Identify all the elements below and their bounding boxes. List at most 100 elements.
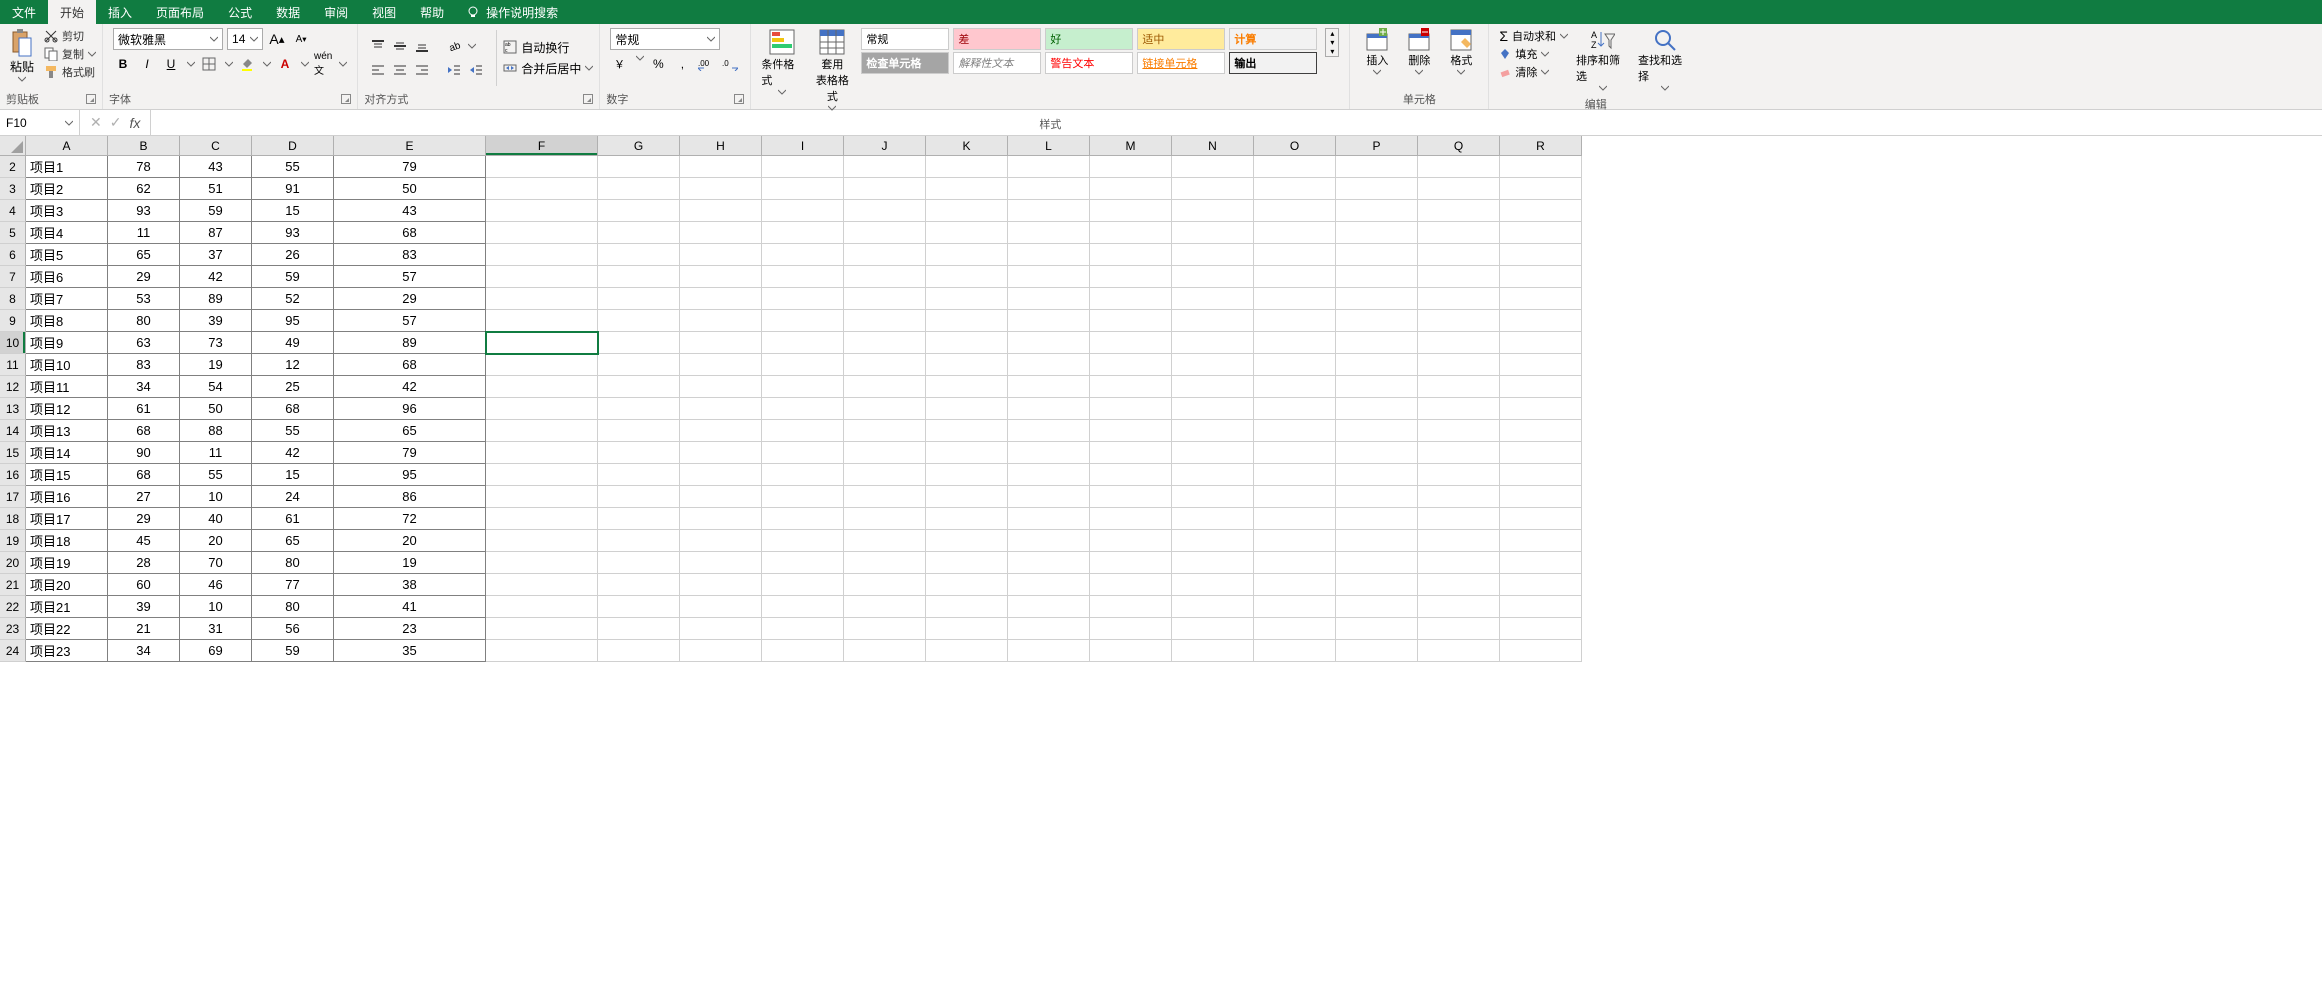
cell-K3[interactable] [926,178,1008,200]
cell-A4[interactable]: 项目3 [25,199,108,222]
cell-C2[interactable]: 43 [179,155,252,178]
cell-I18[interactable] [762,508,844,530]
cell-D17[interactable]: 24 [251,485,334,508]
cell-A14[interactable]: 项目13 [25,419,108,442]
cell-G7[interactable] [598,266,680,288]
cell-F2[interactable] [486,156,598,178]
cell-A19[interactable]: 项目18 [25,529,108,552]
cell-M15[interactable] [1090,442,1172,464]
cell-L3[interactable] [1008,178,1090,200]
cell-L7[interactable] [1008,266,1090,288]
decrease-decimal-button[interactable]: .0 [720,54,740,74]
cell-J20[interactable] [844,552,926,574]
cell-R13[interactable] [1500,398,1582,420]
cell-K21[interactable] [926,574,1008,596]
row-header-9[interactable]: 9 [0,310,26,332]
row-header-24[interactable]: 24 [0,640,26,662]
style-cell-7[interactable]: 警告文本 [1045,52,1133,74]
cell-I10[interactable] [762,332,844,354]
gallery-down-button[interactable]: ▾ [1326,38,1338,47]
cell-G21[interactable] [598,574,680,596]
row-header-17[interactable]: 17 [0,486,26,508]
col-header-H[interactable]: H [680,136,762,156]
cell-C21[interactable]: 46 [179,573,252,596]
row-header-16[interactable]: 16 [0,464,26,486]
cell-O11[interactable] [1254,354,1336,376]
cell-I13[interactable] [762,398,844,420]
cell-L9[interactable] [1008,310,1090,332]
cell-A20[interactable]: 项目19 [25,551,108,574]
cell-F18[interactable] [486,508,598,530]
cell-F11[interactable] [486,354,598,376]
cell-Q11[interactable] [1418,354,1500,376]
cell-A22[interactable]: 项目21 [25,595,108,618]
enter-formula-button[interactable]: ✓ [110,114,122,131]
cell-H9[interactable] [680,310,762,332]
style-cell-6[interactable]: 解释性文本 [953,52,1041,74]
cell-O20[interactable] [1254,552,1336,574]
italic-button[interactable]: I [137,54,157,74]
cell-J8[interactable] [844,288,926,310]
row-header-22[interactable]: 22 [0,596,26,618]
cell-M19[interactable] [1090,530,1172,552]
cell-O9[interactable] [1254,310,1336,332]
cell-N7[interactable] [1172,266,1254,288]
cell-D9[interactable]: 95 [251,309,334,332]
cell-K20[interactable] [926,552,1008,574]
cell-K7[interactable] [926,266,1008,288]
cell-O6[interactable] [1254,244,1336,266]
sort-filter-button[interactable]: AZ排序和筛选 [1576,28,1630,92]
cell-L13[interactable] [1008,398,1090,420]
cell-D5[interactable]: 93 [251,221,334,244]
col-header-M[interactable]: M [1090,136,1172,156]
cell-Q18[interactable] [1418,508,1500,530]
cell-I14[interactable] [762,420,844,442]
cell-H6[interactable] [680,244,762,266]
cell-F17[interactable] [486,486,598,508]
cell-N22[interactable] [1172,596,1254,618]
cell-P14[interactable] [1336,420,1418,442]
row-header-12[interactable]: 12 [0,376,26,398]
cell-L11[interactable] [1008,354,1090,376]
cell-P3[interactable] [1336,178,1418,200]
clear-button[interactable]: 清除 [1499,64,1568,80]
cell-A21[interactable]: 项目20 [25,573,108,596]
cell-Q19[interactable] [1418,530,1500,552]
cell-D3[interactable]: 91 [251,177,334,200]
cell-I24[interactable] [762,640,844,662]
cell-E6[interactable]: 83 [333,243,486,266]
cell-L20[interactable] [1008,552,1090,574]
style-cell-1[interactable]: 差 [953,28,1041,50]
cell-B10[interactable]: 63 [107,331,180,354]
cell-E24[interactable]: 35 [333,639,486,662]
cell-L5[interactable] [1008,222,1090,244]
cell-C14[interactable]: 88 [179,419,252,442]
cell-M9[interactable] [1090,310,1172,332]
chevron-down-icon[interactable] [263,60,271,68]
increase-indent-button[interactable] [466,60,486,80]
cell-J3[interactable] [844,178,926,200]
cell-D10[interactable]: 49 [251,331,334,354]
bold-button[interactable]: B [113,54,133,74]
cell-P21[interactable] [1336,574,1418,596]
cell-E20[interactable]: 19 [333,551,486,574]
cell-J13[interactable] [844,398,926,420]
cell-P4[interactable] [1336,200,1418,222]
cancel-formula-button[interactable]: ✕ [90,114,102,131]
cell-A7[interactable]: 项目6 [25,265,108,288]
cell-G10[interactable] [598,332,680,354]
cell-C24[interactable]: 69 [179,639,252,662]
cell-M13[interactable] [1090,398,1172,420]
cell-L10[interactable] [1008,332,1090,354]
cell-M4[interactable] [1090,200,1172,222]
cell-P19[interactable] [1336,530,1418,552]
cell-F21[interactable] [486,574,598,596]
cell-H4[interactable] [680,200,762,222]
cell-E7[interactable]: 57 [333,265,486,288]
cell-K12[interactable] [926,376,1008,398]
cell-H12[interactable] [680,376,762,398]
cell-D15[interactable]: 42 [251,441,334,464]
cell-F10[interactable] [486,332,598,354]
cell-O23[interactable] [1254,618,1336,640]
menu-item-文件[interactable]: 文件 [0,0,48,25]
